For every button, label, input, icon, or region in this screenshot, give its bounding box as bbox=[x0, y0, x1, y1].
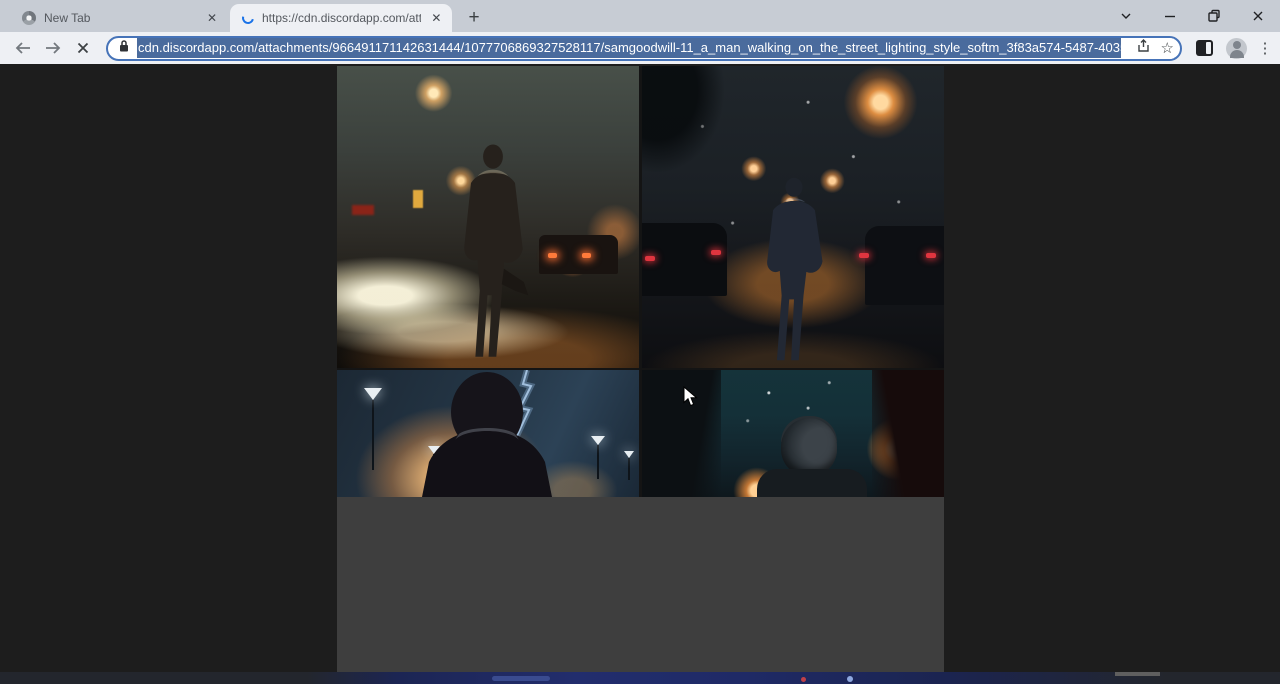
image-panel-lightning bbox=[337, 370, 639, 497]
mouse-cursor bbox=[683, 386, 698, 408]
walking-man-silhouette bbox=[438, 134, 548, 364]
man-profile-shoulders bbox=[757, 469, 867, 497]
strip-highlight-pill bbox=[492, 676, 550, 681]
browser-window: New Tab ✕ https://cdn.discordapp.com/att… bbox=[0, 0, 1280, 684]
strip-blue-dot bbox=[847, 676, 853, 682]
menu-kebab-icon[interactable]: ⋮ bbox=[1253, 39, 1277, 57]
side-panel-icon[interactable] bbox=[1196, 40, 1213, 56]
car-taillight bbox=[711, 250, 721, 255]
tab-strip: New Tab ✕ https://cdn.discordapp.com/att… bbox=[0, 0, 1280, 32]
omnibox-actions: ☆ bbox=[1135, 38, 1174, 59]
new-tab-button[interactable]: + bbox=[462, 6, 486, 30]
generated-image-grid[interactable] bbox=[337, 66, 944, 672]
hooded-figure-closeup bbox=[337, 370, 639, 497]
strip-notch bbox=[1115, 672, 1160, 676]
minimize-button[interactable] bbox=[1148, 0, 1192, 32]
bottom-edge-strip bbox=[0, 672, 1280, 684]
car-taillight bbox=[926, 253, 936, 258]
back-button[interactable] bbox=[8, 34, 38, 62]
tab-search-chevron-icon[interactable] bbox=[1104, 0, 1148, 32]
bookmark-star-icon[interactable]: ☆ bbox=[1161, 41, 1174, 56]
chrome-favicon-icon bbox=[22, 11, 36, 25]
window-controls bbox=[1104, 0, 1280, 32]
car-taillight bbox=[548, 253, 557, 258]
share-icon[interactable] bbox=[1135, 38, 1151, 59]
strip-red-dot bbox=[801, 677, 806, 682]
parked-car-right bbox=[865, 226, 944, 305]
storefront-red-sign bbox=[352, 205, 374, 215]
walking-man-silhouette bbox=[740, 174, 848, 364]
page-content bbox=[0, 64, 1280, 672]
tab-title: https://cdn.discordapp.com/atta bbox=[262, 11, 421, 25]
browser-toolbar: cdn.discordapp.com/attachments/966491171… bbox=[0, 32, 1280, 64]
building-silhouette-left bbox=[642, 370, 721, 497]
url-text-selected[interactable]: cdn.discordapp.com/attachments/966491171… bbox=[137, 38, 1121, 58]
loading-spinner-icon bbox=[240, 10, 256, 26]
tab-discord-cdn[interactable]: https://cdn.discordapp.com/atta ✕ bbox=[230, 4, 452, 32]
storefront-yellow-sign bbox=[413, 190, 423, 208]
profile-avatar[interactable] bbox=[1226, 38, 1247, 59]
close-window-button[interactable] bbox=[1236, 0, 1280, 32]
lock-icon[interactable] bbox=[118, 39, 130, 58]
stop-loading-button[interactable] bbox=[68, 34, 98, 62]
image-loading-placeholder bbox=[337, 497, 944, 672]
restore-button[interactable] bbox=[1192, 0, 1236, 32]
man-profile-head bbox=[781, 418, 837, 476]
close-tab-icon[interactable]: ✕ bbox=[429, 10, 444, 26]
tab-new-tab[interactable]: New Tab ✕ bbox=[12, 4, 228, 32]
tab-title: New Tab bbox=[44, 11, 196, 25]
image-panel-snowy-street bbox=[642, 66, 944, 368]
image-panel-rainy-street bbox=[337, 66, 639, 368]
address-bar[interactable]: cdn.discordapp.com/attachments/966491171… bbox=[106, 36, 1182, 61]
forward-button[interactable] bbox=[38, 34, 68, 62]
building-silhouette-right bbox=[872, 370, 944, 497]
car-taillight bbox=[859, 253, 869, 258]
car-taillight bbox=[645, 256, 655, 261]
car-taillight bbox=[582, 253, 591, 258]
close-tab-icon[interactable]: ✕ bbox=[204, 10, 220, 26]
